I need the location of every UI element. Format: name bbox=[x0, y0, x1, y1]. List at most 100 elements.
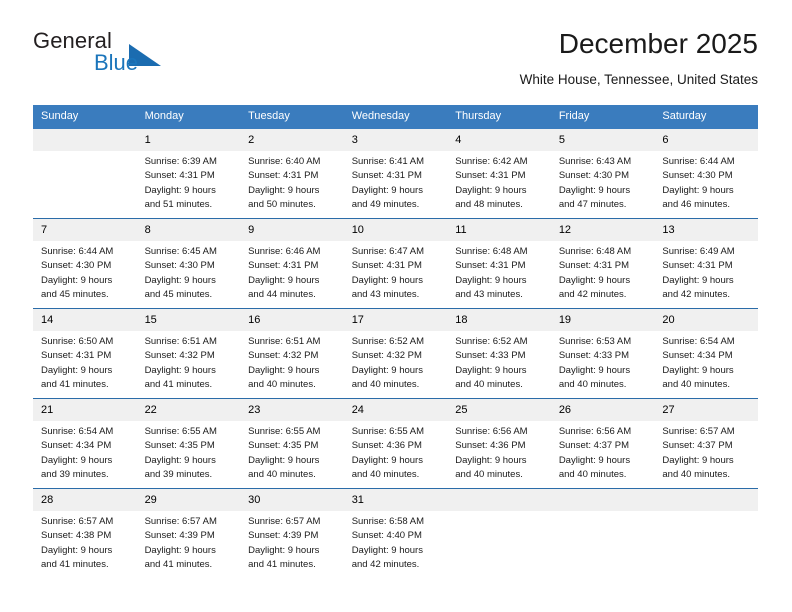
day-number: 14 bbox=[33, 309, 137, 331]
day-number: 8 bbox=[136, 219, 241, 241]
calendar-day-cell[interactable]: 15 Sunrise: 6:51 AM Sunset: 4:32 PM Dayligh… bbox=[136, 308, 241, 399]
day-number: 21 bbox=[33, 399, 137, 421]
sunrise-text: Sunrise: 6:57 AM bbox=[144, 516, 217, 527]
calendar-day-cell[interactable]: 20 Sunrise: 6:54 AM Sunset: 4:34 PM Dayligh… bbox=[654, 308, 758, 399]
calendar-day-cell[interactable]: 3 Sunrise: 6:41 AM Sunset: 4:31 PM Daylight… bbox=[343, 129, 448, 219]
daylight-text-line1: Daylight: 9 hours bbox=[144, 184, 216, 196]
daylight-text-line2: and 42 minutes. bbox=[558, 288, 627, 300]
sunset-text: Sunset: 4:33 PM bbox=[455, 350, 526, 362]
daylight-text-line1: Daylight: 9 hours bbox=[351, 274, 423, 286]
day-number: 15 bbox=[136, 309, 241, 331]
daylight-text-line1: Daylight: 9 hours bbox=[455, 274, 527, 286]
calendar-day-cell[interactable]: 8 Sunrise: 6:45 AM Sunset: 4:30 PM Daylight… bbox=[136, 218, 241, 309]
calendar-day-cell-empty bbox=[654, 488, 758, 578]
day-details: Sunrise: 6:51 AM Sunset: 4:32 PM Daylight:… bbox=[137, 331, 241, 392]
day-number bbox=[550, 489, 655, 511]
calendar-day-cell[interactable]: 19 Sunrise: 6:53 AM Sunset: 4:33 PM Dayligh… bbox=[550, 308, 655, 399]
daylight-text-line2: and 43 minutes. bbox=[351, 288, 420, 300]
day-details: Sunrise: 6:55 AM Sunset: 4:35 PM Daylight:… bbox=[240, 421, 344, 482]
calendar-day-cell[interactable]: 6 Sunrise: 6:44 AM Sunset: 4:30 PM Daylight… bbox=[654, 129, 758, 219]
weekday-header-tuesday: Tuesday bbox=[240, 105, 344, 129]
day-details: Sunrise: 6:52 AM Sunset: 4:32 PM Daylight:… bbox=[344, 331, 448, 392]
day-details: Sunrise: 6:49 AM Sunset: 4:31 PM Daylight:… bbox=[654, 241, 758, 302]
calendar-day-cell[interactable]: 12 Sunrise: 6:48 AM Sunset: 4:31 PM Dayligh… bbox=[550, 218, 655, 309]
calendar-day-cell[interactable]: 27 Sunrise: 6:57 AM Sunset: 4:37 PM Dayligh… bbox=[654, 398, 758, 489]
sunset-text: Sunset: 4:33 PM bbox=[558, 350, 630, 362]
calendar-day-cell[interactable]: 9 Sunrise: 6:46 AM Sunset: 4:31 PM Daylight… bbox=[240, 218, 344, 309]
day-details: Sunrise: 6:43 AM Sunset: 4:30 PM Daylight:… bbox=[551, 151, 655, 212]
calendar-day-cell[interactable]: 28 Sunrise: 6:57 AM Sunset: 4:38 PM Dayligh… bbox=[33, 488, 137, 578]
daylight-text-line2: and 40 minutes. bbox=[351, 378, 420, 390]
sunset-text: Sunset: 4:30 PM bbox=[144, 260, 215, 272]
calendar-day-cell[interactable]: 7 Sunrise: 6:44 AM Sunset: 4:30 PM Daylight… bbox=[33, 218, 137, 309]
sunset-text: Sunset: 4:32 PM bbox=[248, 350, 319, 362]
calendar-day-cell[interactable]: 17 Sunrise: 6:52 AM Sunset: 4:32 PM Dayligh… bbox=[343, 308, 448, 399]
sunset-text: Sunset: 4:30 PM bbox=[662, 170, 733, 182]
weekday-header-friday: Friday bbox=[550, 105, 655, 129]
day-number: 26 bbox=[550, 399, 655, 421]
sunset-text: Sunset: 4:31 PM bbox=[558, 260, 630, 272]
daylight-text-line2: and 41 minutes. bbox=[41, 558, 109, 570]
calendar-day-cell[interactable]: 14 Sunrise: 6:50 AM Sunset: 4:31 PM Dayligh… bbox=[33, 308, 137, 399]
daylight-text-line2: and 41 minutes. bbox=[41, 378, 109, 390]
calendar-day-cell[interactable]: 2 Sunrise: 6:40 AM Sunset: 4:31 PM Daylight… bbox=[240, 129, 344, 219]
daylight-text-line1: Daylight: 9 hours bbox=[41, 454, 113, 466]
calendar-day-cell[interactable]: 22 Sunrise: 6:55 AM Sunset: 4:35 PM Dayligh… bbox=[136, 398, 241, 489]
calendar-day-cell[interactable]: 23 Sunrise: 6:55 AM Sunset: 4:35 PM Dayligh… bbox=[240, 398, 344, 489]
day-number: 19 bbox=[550, 309, 655, 331]
day-details: Sunrise: 6:44 AM Sunset: 4:30 PM Daylight:… bbox=[33, 241, 137, 302]
sunset-text: Sunset: 4:37 PM bbox=[558, 440, 630, 452]
calendar-day-cell[interactable]: 30 Sunrise: 6:57 AM Sunset: 4:39 PM Dayligh… bbox=[240, 488, 344, 578]
calendar-day-cell[interactable]: 5 Sunrise: 6:43 AM Sunset: 4:30 PM Daylight… bbox=[550, 129, 655, 219]
day-number: 30 bbox=[240, 489, 344, 511]
calendar-day-cell[interactable]: 13 Sunrise: 6:49 AM Sunset: 4:31 PM Dayligh… bbox=[654, 218, 758, 309]
day-details: Sunrise: 6:58 AM Sunset: 4:40 PM Daylight:… bbox=[344, 511, 448, 572]
sunrise-text: Sunrise: 6:44 AM bbox=[41, 246, 114, 257]
sunrise-text: Sunrise: 6:53 AM bbox=[558, 336, 632, 347]
sunrise-text: Sunrise: 6:55 AM bbox=[248, 426, 321, 437]
page-subtitle: White House, Tennessee, United States bbox=[519, 72, 758, 87]
sunrise-text: Sunrise: 6:46 AM bbox=[248, 246, 321, 257]
page-header: General Blue December 2025 White House, … bbox=[33, 26, 758, 96]
daylight-text-line2: and 40 minutes. bbox=[662, 468, 730, 480]
daylight-text-line2: and 46 minutes. bbox=[662, 198, 730, 210]
sunrise-text: Sunrise: 6:47 AM bbox=[351, 246, 425, 257]
calendar-day-cell[interactable]: 18 Sunrise: 6:52 AM Sunset: 4:33 PM Dayligh… bbox=[447, 308, 551, 399]
calendar-day-cell[interactable]: 4 Sunrise: 6:42 AM Sunset: 4:31 PM Daylight… bbox=[447, 129, 551, 219]
calendar-table: Sunday Monday Tuesday Wednesday Thursday… bbox=[33, 105, 758, 578]
calendar-day-cell[interactable]: 1 Sunrise: 6:39 AM Sunset: 4:31 PM Daylight… bbox=[136, 129, 241, 219]
sunrise-text: Sunrise: 6:51 AM bbox=[144, 336, 217, 347]
day-details: Sunrise: 6:45 AM Sunset: 4:30 PM Daylight:… bbox=[137, 241, 241, 302]
day-number bbox=[33, 129, 137, 151]
calendar-day-cell[interactable]: 31 Sunrise: 6:58 AM Sunset: 4:40 PM Dayligh… bbox=[343, 488, 448, 578]
calendar-day-cell[interactable]: 21 Sunrise: 6:54 AM Sunset: 4:34 PM Dayligh… bbox=[33, 398, 137, 489]
daylight-text-line2: and 45 minutes. bbox=[144, 288, 213, 300]
sunrise-text: Sunrise: 6:56 AM bbox=[455, 426, 528, 437]
daylight-text-line2: and 48 minutes. bbox=[455, 198, 523, 210]
calendar-day-cell[interactable]: 29 Sunrise: 6:57 AM Sunset: 4:39 PM Dayligh… bbox=[136, 488, 241, 578]
general-blue-logo[interactable]: General Blue bbox=[33, 28, 263, 84]
calendar-day-cell[interactable]: 25 Sunrise: 6:56 AM Sunset: 4:36 PM Dayligh… bbox=[447, 398, 551, 489]
sunset-text: Sunset: 4:31 PM bbox=[41, 350, 112, 362]
day-number bbox=[447, 489, 551, 511]
day-number: 11 bbox=[447, 219, 551, 241]
daylight-text-line1: Daylight: 9 hours bbox=[144, 364, 216, 376]
daylight-text-line1: Daylight: 9 hours bbox=[558, 364, 631, 376]
sunrise-text: Sunrise: 6:57 AM bbox=[248, 516, 321, 527]
page-title: December 2025 bbox=[558, 28, 758, 59]
day-details: Sunrise: 6:51 AM Sunset: 4:32 PM Daylight:… bbox=[240, 331, 344, 392]
sunset-text: Sunset: 4:31 PM bbox=[351, 260, 422, 272]
calendar-day-cell[interactable]: 26 Sunrise: 6:56 AM Sunset: 4:37 PM Dayligh… bbox=[550, 398, 655, 489]
sunrise-text: Sunrise: 6:55 AM bbox=[144, 426, 217, 437]
calendar-day-cell[interactable]: 11 Sunrise: 6:48 AM Sunset: 4:31 PM Dayligh… bbox=[447, 218, 551, 309]
day-number: 12 bbox=[550, 219, 655, 241]
calendar-day-cell[interactable]: 16 Sunrise: 6:51 AM Sunset: 4:32 PM Dayligh… bbox=[240, 308, 344, 399]
calendar-week-row: 7 Sunrise: 6:44 AM Sunset: 4:30 PM Daylight… bbox=[33, 218, 758, 309]
sunset-text: Sunset: 4:30 PM bbox=[41, 260, 112, 272]
calendar-day-cell[interactable]: 10 Sunrise: 6:47 AM Sunset: 4:31 PM Dayligh… bbox=[343, 218, 448, 309]
sunset-text: Sunset: 4:37 PM bbox=[662, 440, 733, 452]
calendar-week-row: 21 Sunrise: 6:54 AM Sunset: 4:34 PM Dayligh… bbox=[33, 398, 758, 489]
day-number: 23 bbox=[240, 399, 344, 421]
weekday-header-monday: Monday bbox=[136, 105, 241, 129]
calendar-day-cell[interactable]: 24 Sunrise: 6:55 AM Sunset: 4:36 PM Dayligh… bbox=[343, 398, 448, 489]
